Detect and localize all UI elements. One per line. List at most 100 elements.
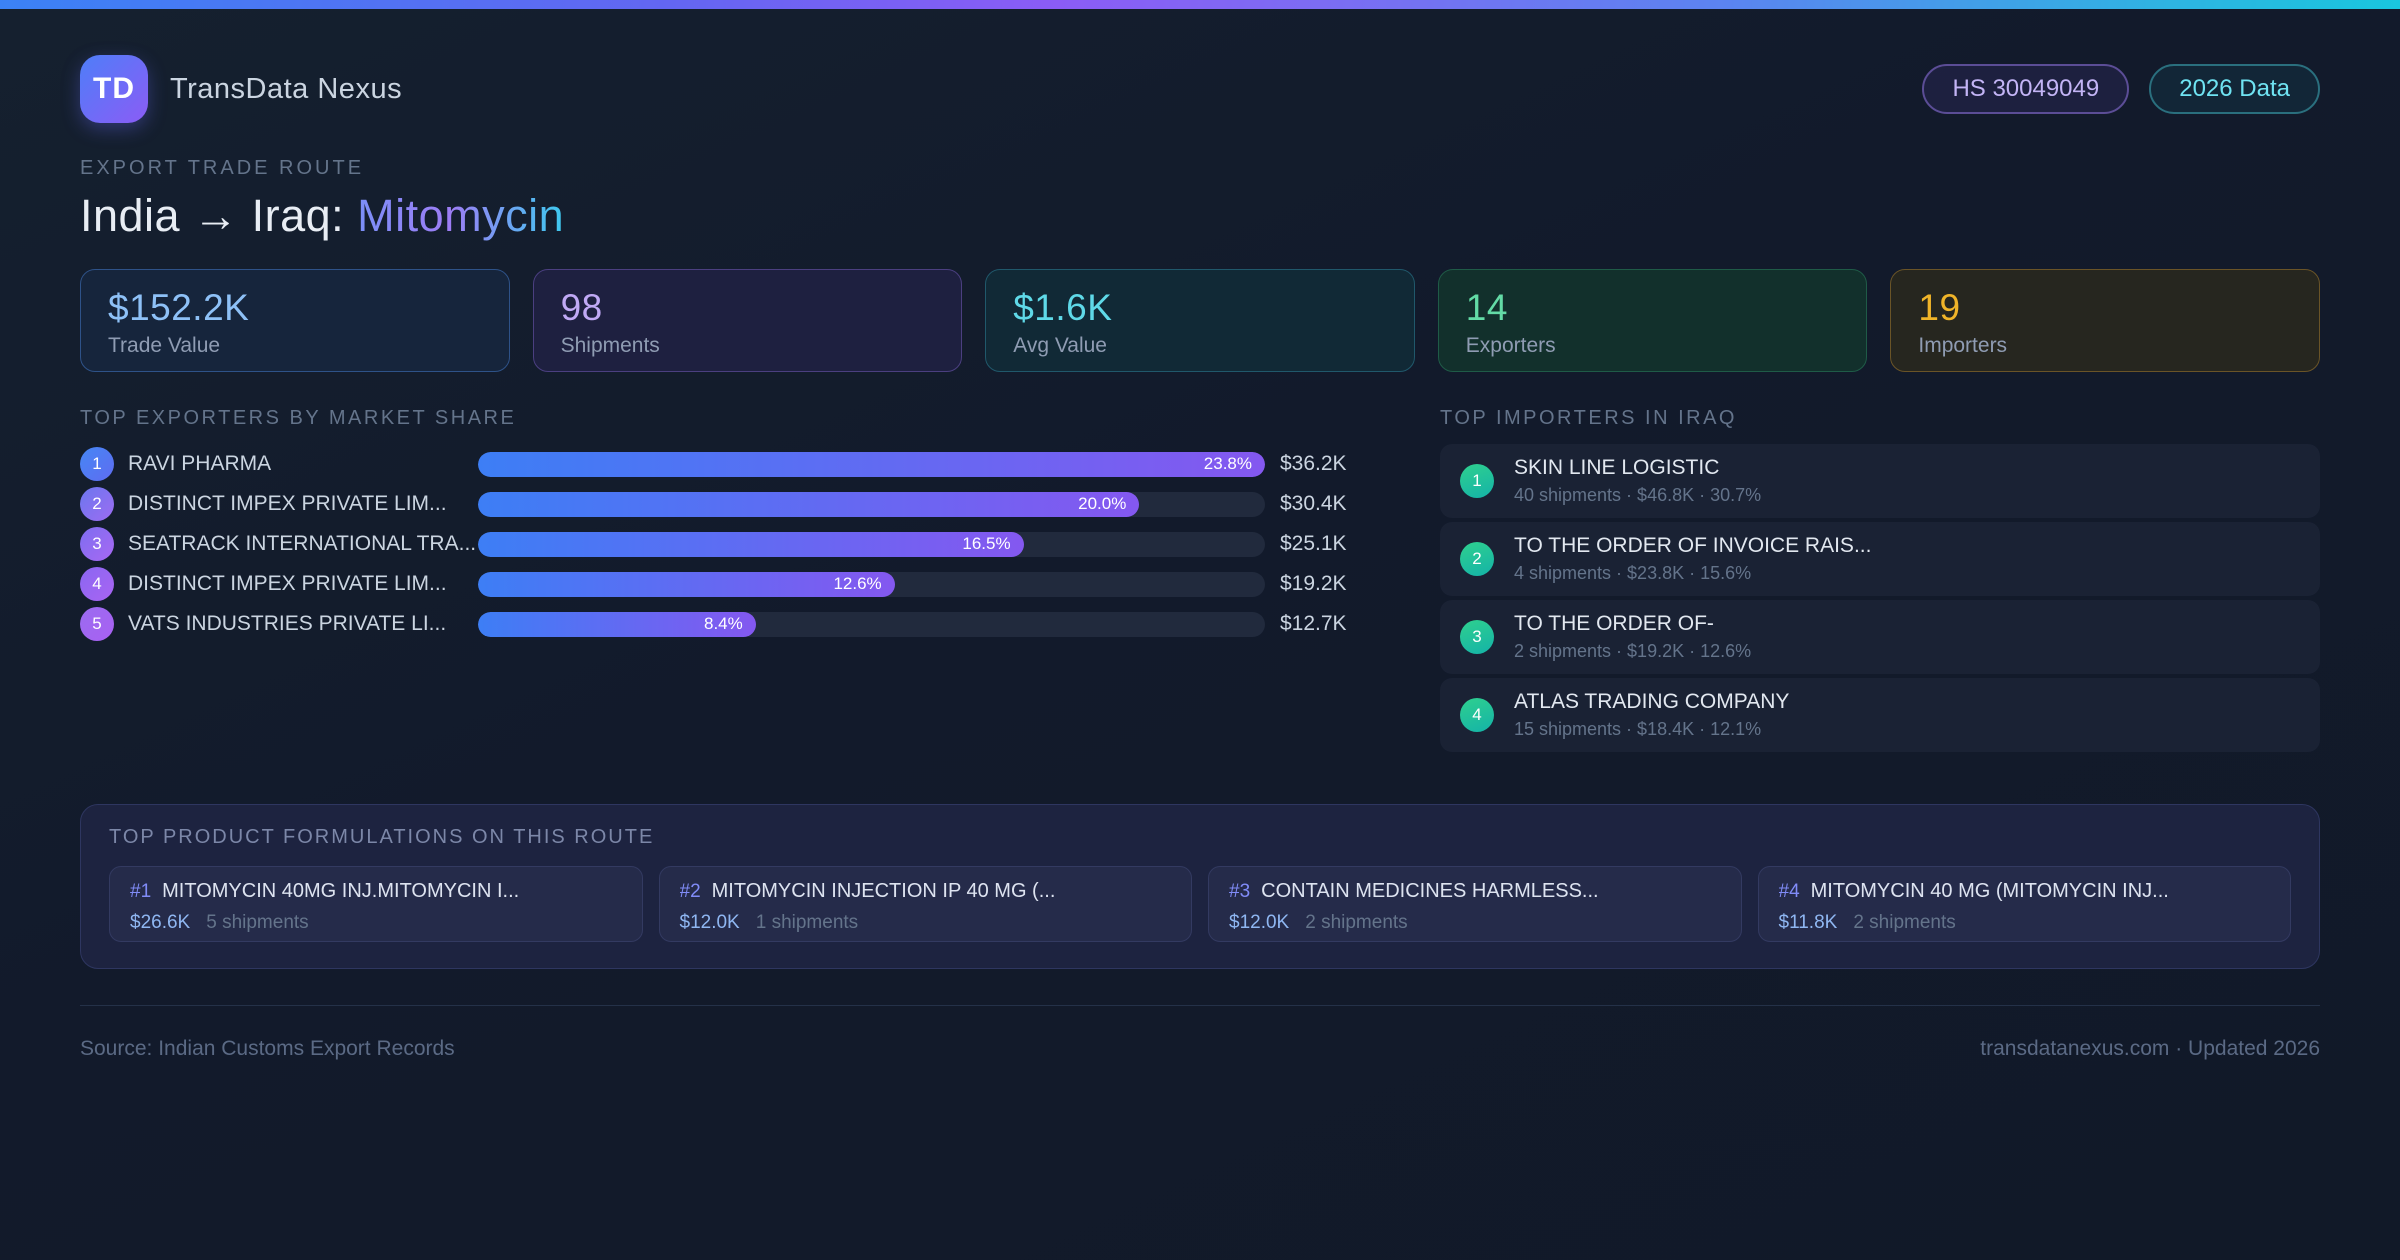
market-share-bar-fill: 8.4%	[478, 611, 756, 637]
market-share-bar-fill: 23.8%	[478, 451, 1265, 477]
share-percent-label: 16.5%	[962, 534, 1011, 553]
main-columns: TOP EXPORTERS BY MARKET SHARE 1 RAVI PHA…	[80, 407, 2320, 756]
rank-badge: 5	[80, 607, 114, 641]
product-card[interactable]: #2 MITOMYCIN INJECTION IP 40 MG (... $12…	[658, 866, 1192, 942]
exporter-name: RAVI PHARMA	[128, 452, 272, 475]
importer-name: ATLAS TRADING COMPANY	[1514, 690, 1790, 713]
rank-badge: 4	[80, 567, 114, 601]
importer-info: SKIN LINE LOGISTIC 40 shipments · $46.8K…	[1514, 456, 1761, 506]
exporter-name: DISTINCT IMPEX PRIVATE LIM...	[128, 572, 447, 595]
product-rank: #3	[1229, 881, 1251, 902]
product-value: $11.8K	[1778, 912, 1838, 933]
exporter-row[interactable]: 3 SEATRACK INTERNATIONAL TRA... 16.5% $2…	[80, 524, 1364, 564]
exporter-name: DISTINCT IMPEX PRIVATE LIM...	[128, 492, 447, 515]
hs-code-badge: HS 30049049	[1922, 64, 2130, 114]
importers-list: 1 SKIN LINE LOGISTIC 40 shipments · $46.…	[1440, 444, 2320, 752]
product-rank: #1	[130, 881, 152, 902]
importer-row[interactable]: 1 SKIN LINE LOGISTIC 40 shipments · $46.…	[1440, 444, 2320, 518]
product-title-line: #3 CONTAIN MEDICINES HARMLESS...	[1229, 880, 1721, 903]
product-shipments: 1 shipments	[755, 912, 859, 933]
market-share-bar-track: 20.0%	[478, 491, 1265, 517]
rank-badge: 4	[1460, 698, 1494, 732]
page-title: India → Iraq: Mitomycin	[80, 190, 2320, 242]
exporter-row[interactable]: 5 VATS INDUSTRIES PRIVATE LI... 8.4% $12…	[80, 604, 1364, 644]
market-share-bar-track: 23.8%	[478, 451, 1265, 477]
importer-meta: 15 shipments · $18.4K · 12.1%	[1514, 719, 1762, 739]
importer-meta: 40 shipments · $46.8K · 30.7%	[1514, 485, 1762, 505]
product-name: MITOMYCIN 40 MG (MITOMYCIN INJ...	[1810, 880, 2169, 902]
product-value: $26.6K	[130, 912, 191, 933]
top-exporters-section: TOP EXPORTERS BY MARKET SHARE 1 RAVI PHA…	[80, 407, 1364, 644]
stat-cards-row: $152.2K Trade Value 98 Shipments $1.6K A…	[80, 269, 2320, 372]
product-shipments: 2 shipments	[1853, 912, 1956, 933]
header-badges: HS 30049049 2026 Data	[1922, 64, 2320, 114]
footer: Source: Indian Customs Export Records tr…	[80, 1005, 2320, 1061]
rank-badge: 3	[1460, 620, 1494, 654]
product-cards-row: #1 MITOMYCIN 40MG INJ.MITOMYCIN I... $26…	[109, 866, 2291, 942]
importer-info: TO THE ORDER OF- 2 shipments · $19.2K · …	[1514, 612, 1751, 662]
product-card[interactable]: #4 MITOMYCIN 40 MG (MITOMYCIN INJ... $11…	[1757, 866, 2291, 942]
product-card[interactable]: #1 MITOMYCIN 40MG INJ.MITOMYCIN I... $26…	[109, 866, 643, 942]
exporter-row[interactable]: 4 DISTINCT IMPEX PRIVATE LIM... 12.6% $1…	[80, 564, 1364, 604]
share-percent-label: 12.6%	[833, 574, 882, 593]
product-formulations-section: TOP PRODUCT FORMULATIONS ON THIS ROUTE #…	[80, 804, 2320, 969]
share-percent-label: 23.8%	[1203, 454, 1252, 473]
market-share-bar-fill: 12.6%	[478, 571, 895, 597]
rank-badge: 3	[80, 527, 114, 561]
market-share-bar-track: 8.4%	[478, 611, 1265, 637]
year-data-badge: 2026 Data	[2149, 64, 2320, 114]
product-meta-line: $12.0K 2 shipments	[1229, 912, 1721, 934]
exporter-value: $19.2K	[1280, 572, 1347, 595]
product-title-line: #2 MITOMYCIN INJECTION IP 40 MG (...	[680, 880, 1172, 903]
exporter-value: $36.2K	[1280, 452, 1347, 475]
route-label: India → Iraq:	[80, 190, 345, 241]
app-title: TransData Nexus	[170, 72, 403, 105]
importer-row[interactable]: 3 TO THE ORDER OF- 2 shipments · $19.2K …	[1440, 600, 2320, 674]
importer-row[interactable]: 4 ATLAS TRADING COMPANY 15 shipments · $…	[1440, 678, 2320, 752]
footer-source: Source: Indian Customs Export Records	[80, 1037, 455, 1060]
exporter-value: $12.7K	[1280, 612, 1347, 635]
importer-name: TO THE ORDER OF-	[1514, 612, 1714, 635]
exporter-value: $25.1K	[1280, 532, 1347, 555]
product-shipments: 5 shipments	[206, 912, 309, 933]
brand-logo: TD	[80, 55, 148, 123]
product-shipments: 2 shipments	[1305, 912, 1408, 933]
stat-value: 98	[560, 287, 603, 328]
stat-card-avg-value: $1.6K Avg Value	[985, 269, 1415, 372]
stat-label: Shipments	[560, 334, 660, 357]
footer-site: transdatanexus.com · Updated 2026	[1980, 1037, 2320, 1060]
market-share-bar-fill: 16.5%	[478, 531, 1024, 557]
rank-badge: 1	[80, 447, 114, 481]
product-meta-line: $26.6K 5 shipments	[130, 912, 622, 934]
rank-badge: 2	[1460, 542, 1494, 576]
stat-label: Exporters	[1465, 334, 1556, 357]
importers-section-title: TOP IMPORTERS IN IRAQ	[1440, 407, 1737, 429]
importer-name: TO THE ORDER OF INVOICE RAIS...	[1514, 534, 1872, 557]
product-name-gradient: Mitomycin	[357, 190, 565, 241]
importer-row[interactable]: 2 TO THE ORDER OF INVOICE RAIS... 4 ship…	[1440, 522, 2320, 596]
product-value: $12.0K	[679, 912, 740, 933]
product-title-line: #4 MITOMYCIN 40 MG (MITOMYCIN INJ...	[1779, 880, 2271, 903]
share-percent-label: 8.4%	[704, 614, 743, 633]
stat-label: Trade Value	[108, 334, 221, 357]
stat-label: Avg Value	[1013, 334, 1107, 357]
rank-badge: 2	[80, 487, 114, 521]
eyebrow-label: EXPORT TRADE ROUTE	[80, 157, 365, 179]
stat-value: 19	[1918, 287, 1961, 328]
product-name: CONTAIN MEDICINES HARMLESS...	[1261, 880, 1599, 902]
exporter-row[interactable]: 1 RAVI PHARMA 23.8% $36.2K	[80, 444, 1364, 484]
share-percent-label: 20.0%	[1078, 494, 1127, 513]
product-value: $12.0K	[1229, 912, 1290, 933]
brand-logo-text: TD	[93, 72, 135, 105]
exporter-row[interactable]: 2 DISTINCT IMPEX PRIVATE LIM... 20.0% $3…	[80, 484, 1364, 524]
product-card[interactable]: #3 CONTAIN MEDICINES HARMLESS... $12.0K …	[1208, 866, 1742, 942]
stat-label: Importers	[1918, 334, 2008, 357]
stat-card-importers: 19 Importers	[1890, 269, 2320, 372]
stat-value: $1.6K	[1013, 287, 1113, 328]
stat-value: $152.2K	[108, 287, 250, 328]
importer-name: SKIN LINE LOGISTIC	[1514, 456, 1720, 479]
importer-info: TO THE ORDER OF INVOICE RAIS... 4 shipme…	[1514, 534, 1871, 584]
exporters-section-title: TOP EXPORTERS BY MARKET SHARE	[80, 407, 517, 429]
market-share-bar-track: 12.6%	[478, 571, 1265, 597]
rank-badge: 1	[1460, 464, 1494, 498]
